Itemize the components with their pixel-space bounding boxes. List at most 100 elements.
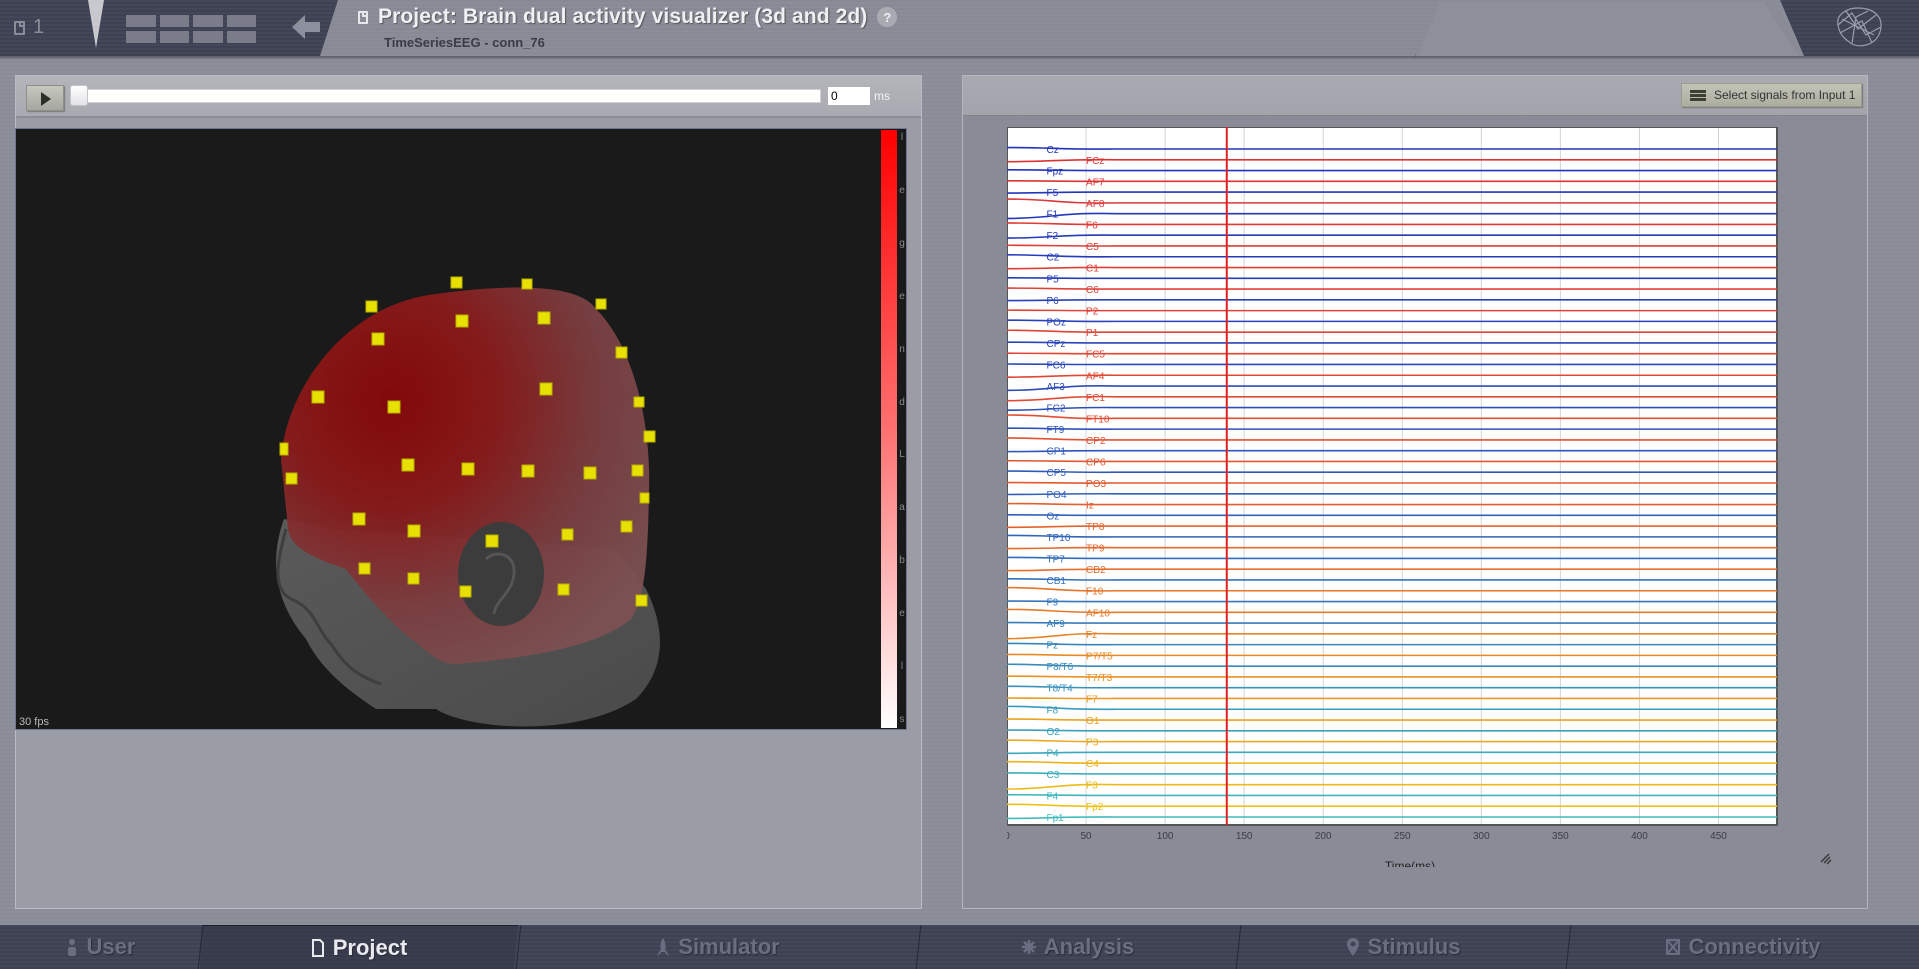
- legend-letter: d: [899, 396, 905, 408]
- nav-connectivity[interactable]: Connectivity: [1568, 925, 1919, 969]
- x-tick-label: 0: [1007, 831, 1010, 842]
- nav-analysis[interactable]: Analysis: [918, 925, 1238, 969]
- legend-letter: n: [899, 343, 905, 355]
- channel-label: PO4: [1047, 490, 1067, 501]
- select-signals-button[interactable]: Select signals from Input 1: [1681, 83, 1862, 107]
- resize-handle-icon[interactable]: [1818, 851, 1832, 865]
- channel-label: O2: [1047, 727, 1061, 738]
- series-line-p6: [1007, 299, 1777, 302]
- title-row: Project: Brain dual activity visualizer …: [358, 5, 898, 29]
- channel-label: Iz: [1086, 501, 1094, 512]
- legend-letter: L: [899, 449, 905, 461]
- channel-label: Cz: [1047, 145, 1059, 156]
- channel-label: F7: [1086, 694, 1098, 705]
- x-tick-label: 350: [1552, 831, 1569, 842]
- channel-label: F6: [1086, 220, 1098, 231]
- project-count: 1: [33, 16, 45, 38]
- channel-label: POz: [1047, 317, 1066, 328]
- x-axis-label: Time(ms): [1385, 859, 1435, 867]
- fps-counter: 30 fps: [19, 716, 49, 728]
- 3d-canvas[interactable]: l e g e n d La b e l s 30 fps: [15, 128, 907, 730]
- channel-label: TP10: [1047, 533, 1071, 544]
- series-line-af9: [1007, 621, 1777, 624]
- menu-spike-icon[interactable]: [88, 0, 104, 48]
- channel-label: FC2: [1047, 404, 1066, 415]
- channel-label: P7/T5: [1086, 651, 1113, 662]
- channel-label: P8/T6: [1047, 662, 1074, 673]
- nav-stimulus-label: Stimulus: [1367, 934, 1461, 959]
- time-slider-track[interactable]: [71, 89, 821, 103]
- color-legend-bar: [881, 130, 897, 728]
- nav-connectivity-label: Connectivity: [1688, 934, 1821, 959]
- nav-stimulus[interactable]: Stimulus: [1238, 925, 1568, 969]
- select-signals-label: Select signals from Input 1: [1714, 88, 1856, 102]
- channel-label: CB2: [1086, 565, 1106, 576]
- channel-label: F3: [1086, 781, 1098, 792]
- x-tick-label: 450: [1710, 831, 1727, 842]
- legend-letter: e: [899, 290, 905, 302]
- series-line-f9: [1007, 600, 1777, 603]
- legend-letter: s: [899, 713, 905, 725]
- nav-simulator[interactable]: Simulator: [518, 925, 918, 969]
- nav-user-label: User: [86, 934, 136, 959]
- channel-label: TP7: [1047, 554, 1066, 565]
- x-tick-label: 100: [1157, 831, 1174, 842]
- series-line-p2: [1007, 309, 1777, 312]
- channel-label: F9: [1047, 598, 1059, 609]
- legend-letter: l: [900, 132, 904, 143]
- series-line-cpz: [1007, 341, 1777, 344]
- channel-label: C6: [1086, 285, 1099, 296]
- channel-label: PO3: [1086, 479, 1106, 490]
- playback-toolbar: ms: [16, 76, 921, 118]
- time-input[interactable]: [828, 87, 870, 105]
- series-line-cp6: [1007, 459, 1777, 463]
- channel-label: Fpz: [1047, 167, 1064, 178]
- nav-project[interactable]: Project: [200, 925, 518, 969]
- menu-icon: [1690, 89, 1706, 101]
- connectivity-icon: [1666, 939, 1681, 955]
- series-line-f4: [1007, 793, 1777, 797]
- project-document-icon: [358, 10, 368, 24]
- color-legend-labels: l e g e n d La b e l s: [897, 132, 906, 725]
- user-icon: [67, 939, 76, 956]
- channel-label: FC5: [1086, 350, 1105, 361]
- channel-label: AF7: [1086, 177, 1105, 188]
- channel-label: F2: [1047, 231, 1059, 242]
- play-button[interactable]: [26, 85, 64, 111]
- brain-logo-icon[interactable]: [1832, 5, 1884, 49]
- help-icon[interactable]: ?: [877, 7, 898, 27]
- series-line-p5: [1007, 277, 1777, 280]
- project-count-button[interactable]: 1: [14, 16, 44, 39]
- workspace-grid-button[interactable]: [126, 15, 256, 43]
- series-line-o2: [1007, 729, 1777, 732]
- x-tick-label: 400: [1631, 831, 1648, 842]
- channel-label: AF8: [1086, 199, 1105, 210]
- legend-letter: e: [899, 184, 905, 196]
- time-unit-label: ms: [874, 89, 890, 103]
- channel-label: CP5: [1047, 468, 1067, 479]
- gear-icon: [1021, 940, 1036, 954]
- nav-user[interactable]: User: [0, 925, 200, 969]
- channel-label: C4: [1086, 759, 1099, 770]
- channel-label: O1: [1086, 716, 1100, 727]
- rocket-icon: [657, 938, 670, 956]
- channel-label: FT9: [1047, 425, 1065, 436]
- time-slider-handle[interactable]: [70, 85, 88, 106]
- x-tick-label: 250: [1394, 831, 1411, 842]
- channel-label: TP9: [1086, 544, 1105, 555]
- header-right-panel: [1418, 2, 1798, 56]
- eeg-timeseries-chart[interactable]: Cz FCz Fpz AF7 F5 AF8 F1 F6 F2 C5 C2 C1 P5 C6 P6 P2 POz P…: [1007, 127, 1797, 867]
- x-tick-label: 150: [1236, 831, 1253, 842]
- channel-label: C2: [1047, 253, 1060, 264]
- back-arrow-icon[interactable]: [292, 14, 322, 40]
- series-line-fc5: [1007, 352, 1777, 355]
- channel-label: F5: [1047, 188, 1059, 199]
- channel-label: P4: [1047, 748, 1060, 759]
- channel-label: CPz: [1047, 339, 1066, 350]
- document-icon: [14, 20, 25, 35]
- channel-label: C1: [1086, 264, 1099, 275]
- channel-label: P1: [1086, 328, 1099, 339]
- channel-label: AF10: [1086, 608, 1110, 619]
- channel-label: Oz: [1047, 511, 1060, 522]
- channel-label: P3: [1086, 738, 1099, 749]
